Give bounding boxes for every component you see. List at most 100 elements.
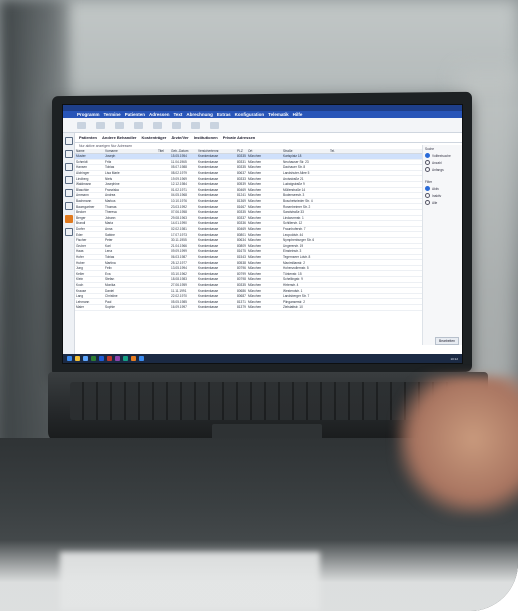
table-cell: 81241 bbox=[237, 193, 246, 198]
mail-icon[interactable] bbox=[64, 215, 73, 223]
table-cell: Krankenkasse bbox=[198, 210, 219, 215]
column-header[interactable]: Geb.-Datum bbox=[170, 149, 197, 153]
document-icon[interactable] bbox=[64, 163, 73, 171]
table-cell: 81667 bbox=[237, 204, 246, 209]
teams-icon[interactable] bbox=[115, 356, 120, 361]
toolbar-button[interactable] bbox=[134, 121, 143, 129]
menu-item[interactable]: Extras bbox=[217, 112, 231, 117]
radio-option[interactable]: Alle bbox=[425, 200, 460, 205]
table-cell: München bbox=[248, 171, 262, 176]
toolbar-button[interactable] bbox=[191, 121, 200, 129]
column-header[interactable]: Ort bbox=[247, 149, 282, 153]
table-cell: München bbox=[248, 232, 262, 237]
browser-icon[interactable] bbox=[83, 356, 88, 361]
menu-item[interactable]: Text bbox=[173, 112, 182, 117]
table-cell: Ammann bbox=[76, 193, 89, 198]
table-cell: 81543 bbox=[237, 254, 246, 259]
toolbar-button[interactable] bbox=[77, 121, 86, 129]
table-cell: Andrea bbox=[105, 193, 116, 198]
table-cell: 12.12.1984 bbox=[171, 182, 187, 187]
toolbar-button[interactable] bbox=[210, 121, 219, 129]
tab[interactable]: Andere Behandler bbox=[102, 135, 136, 140]
table-cell: 25.12.1977 bbox=[171, 260, 187, 265]
column-header[interactable]: Vorname bbox=[104, 149, 157, 153]
chart-icon[interactable] bbox=[64, 228, 73, 236]
toolbar-button[interactable] bbox=[172, 121, 181, 129]
app-icon[interactable] bbox=[139, 356, 144, 361]
table-cell: Eder bbox=[76, 232, 83, 237]
table-cell: München bbox=[248, 176, 262, 181]
print-icon[interactable] bbox=[64, 176, 73, 184]
folder-icon[interactable] bbox=[75, 356, 80, 361]
column-header[interactable]: Versichertennr. bbox=[197, 149, 236, 153]
table-cell: München bbox=[248, 227, 262, 232]
table-cell: 80335 bbox=[237, 210, 246, 215]
table-cell: Müllerstraße 14 bbox=[283, 187, 306, 192]
radio-option[interactable]: Aktiv bbox=[425, 186, 460, 191]
column-header[interactable]: Tel. bbox=[329, 149, 364, 153]
table-cell: München bbox=[248, 299, 262, 304]
table-cell: München bbox=[248, 260, 262, 265]
tab[interactable]: Patienten bbox=[79, 135, 97, 140]
app-icon[interactable] bbox=[123, 356, 128, 361]
toolbar-button[interactable] bbox=[153, 121, 162, 129]
table-cell: Christine bbox=[105, 294, 118, 299]
menu-item[interactable]: Termine bbox=[104, 112, 121, 117]
table-cell: Niels bbox=[105, 176, 113, 181]
column-header[interactable]: Straße bbox=[282, 149, 329, 153]
table-cell: München bbox=[248, 193, 262, 198]
table-cell: München bbox=[248, 204, 262, 209]
excel-icon[interactable] bbox=[91, 356, 96, 361]
menu-item[interactable]: Hilfe bbox=[293, 112, 303, 117]
tab[interactable]: Institutionen bbox=[194, 135, 218, 140]
table-cell: Krankenkasse bbox=[198, 176, 219, 181]
table-cell: Johann bbox=[105, 215, 116, 220]
table-cell: 14.01.1990 bbox=[171, 221, 187, 226]
menu-item[interactable]: Adressen bbox=[149, 112, 170, 117]
column-header[interactable]: Titel bbox=[157, 149, 170, 153]
calendar-icon[interactable] bbox=[64, 137, 73, 145]
table-cell: Maria bbox=[105, 221, 113, 226]
edit-button[interactable]: Bearbeiten bbox=[435, 337, 459, 345]
start-icon[interactable] bbox=[67, 356, 72, 361]
menu-item[interactable]: Telematik bbox=[268, 112, 288, 117]
menu-item[interactable]: Programm bbox=[77, 112, 100, 117]
word-icon[interactable] bbox=[99, 356, 104, 361]
table-cell: München bbox=[248, 305, 262, 310]
table-cell: 80687 bbox=[237, 294, 246, 299]
table-cell: 01.02.1971 bbox=[171, 187, 187, 192]
menu-item[interactable]: Konfiguration bbox=[235, 112, 265, 117]
radio-option[interactable]: Anfangs bbox=[425, 167, 460, 172]
search-panel-title: Suche bbox=[425, 147, 435, 151]
toolbar-button[interactable] bbox=[115, 121, 124, 129]
patients-icon[interactable] bbox=[64, 150, 73, 158]
app-icon[interactable] bbox=[131, 356, 136, 361]
table-cell: 13.05.1994 bbox=[171, 266, 187, 271]
radio-icon bbox=[425, 153, 430, 158]
menu-item[interactable]: Patienten bbox=[125, 112, 145, 117]
table-cell: Huber bbox=[76, 260, 85, 265]
table-cell: 80539 bbox=[237, 182, 246, 187]
table-cell: Waldmann bbox=[76, 182, 92, 187]
table-cell: 80331 bbox=[237, 159, 246, 164]
pdf-icon[interactable] bbox=[107, 356, 112, 361]
table-cell: Ungererstr. 19 bbox=[283, 243, 304, 248]
settings-icon[interactable] bbox=[64, 202, 73, 210]
radio-icon bbox=[425, 193, 430, 198]
phone-icon[interactable] bbox=[64, 189, 73, 197]
table-cell: Peter bbox=[105, 238, 113, 243]
column-header[interactable]: Name bbox=[75, 149, 104, 153]
radio-option[interactable]: Anzahl bbox=[425, 160, 460, 165]
radio-option[interactable]: Volltextsuche bbox=[425, 153, 460, 158]
tab[interactable]: Ärzte/Ver bbox=[171, 135, 188, 140]
radio-option[interactable]: Inaktiv bbox=[425, 193, 460, 198]
toolbar-button[interactable] bbox=[96, 121, 105, 129]
tab[interactable]: Private Adressen bbox=[223, 135, 256, 140]
column-header[interactable]: PLZ bbox=[236, 149, 247, 153]
table-cell: Muster bbox=[76, 154, 86, 159]
table-cell: Plinganserstr. 2 bbox=[283, 299, 305, 304]
table-row[interactable]: Maier Sophie 16.09.1997 Krankenkasse 81379 Mü… bbox=[75, 305, 462, 311]
tab[interactable]: Kostenträger bbox=[141, 135, 166, 140]
menu-item[interactable]: Abrechnung bbox=[186, 112, 213, 117]
table-cell: Krankenkasse bbox=[198, 254, 219, 259]
